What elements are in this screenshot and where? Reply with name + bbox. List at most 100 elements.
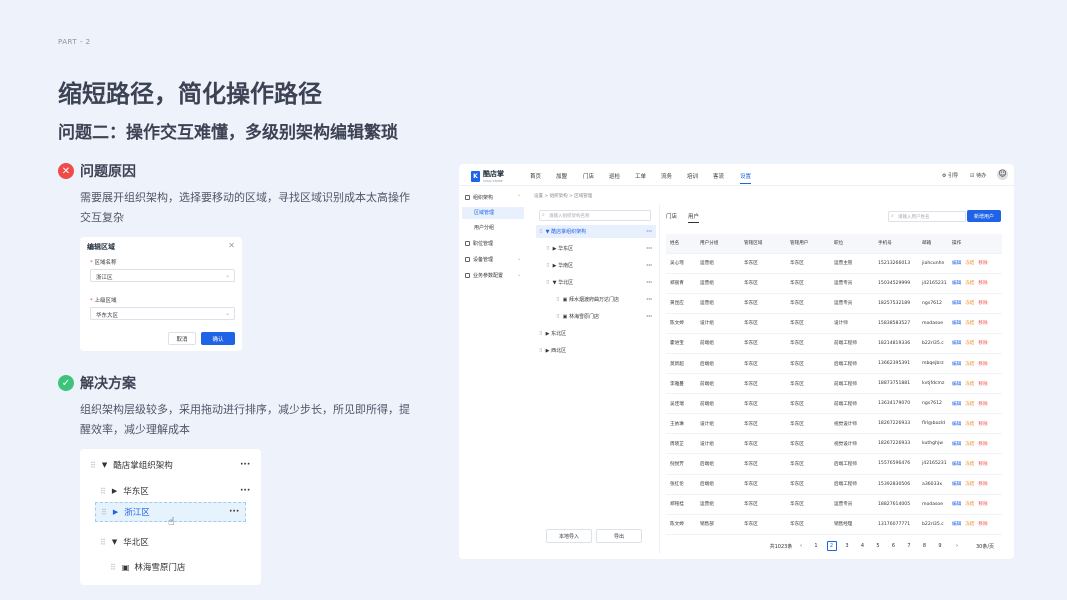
tree-node[interactable]: ⠿ ▶ 华南区 ··· [546, 259, 656, 272]
freeze-link[interactable]: 冻结 [965, 402, 974, 407]
tree-search-input[interactable]: 请输入组织架构名称 [539, 210, 651, 221]
nav-franchise[interactable]: 加盟 [556, 172, 567, 180]
page-2[interactable]: 2 [826, 541, 837, 551]
remove-link[interactable]: 移除 [978, 422, 987, 427]
more-icon[interactable]: ··· [229, 507, 239, 517]
sidebar-area-management[interactable]: 区域管理 [462, 207, 524, 219]
freeze-link[interactable]: 冻结 [965, 442, 974, 447]
remove-link[interactable]: 移除 [978, 402, 987, 407]
edit-link[interactable]: 编辑 [952, 281, 961, 286]
edit-link[interactable]: 编辑 [952, 462, 961, 467]
page-4[interactable]: 4 [858, 541, 868, 551]
edit-link[interactable]: 编辑 [952, 261, 961, 266]
user-search-input[interactable]: 请输入用户姓名 [888, 211, 966, 222]
nav-home[interactable]: 首页 [530, 172, 541, 180]
page-9[interactable]: 9 [935, 541, 945, 551]
prev-page-icon[interactable]: ‹ [796, 541, 806, 551]
remove-link[interactable]: 移除 [978, 442, 987, 447]
remove-link[interactable]: 移除 [978, 482, 987, 487]
page-8[interactable]: 8 [920, 541, 930, 551]
remove-link[interactable]: 移除 [978, 382, 987, 387]
freeze-link[interactable]: 冻结 [965, 362, 974, 367]
next-page-icon[interactable]: › [952, 541, 962, 551]
edit-link[interactable]: 编辑 [952, 301, 961, 306]
remove-link[interactable]: 移除 [978, 261, 987, 266]
more-icon[interactable]: ··· [240, 486, 250, 496]
close-icon[interactable]: ✕ [228, 241, 235, 250]
tree-node-huadong[interactable]: ⠿ ▶ 华东区 ··· [100, 485, 255, 497]
avatar[interactable]: ☺ [997, 169, 1008, 180]
tree-node-store[interactable]: ⠿ ▣ 拜水烟渡府曲万达门店 ··· [556, 293, 656, 306]
nav-workorder[interactable]: 工单 [635, 172, 646, 180]
remove-link[interactable]: 移除 [978, 502, 987, 507]
remove-link[interactable]: 移除 [978, 301, 987, 306]
sidebar-user-groups[interactable]: 用户分组 [462, 222, 524, 234]
page-1[interactable]: 1 [811, 541, 821, 551]
freeze-link[interactable]: 冻结 [965, 301, 974, 306]
drag-handle-icon[interactable]: ⠿ [101, 508, 107, 517]
todo-button[interactable]: ☑ 待办 [970, 172, 986, 179]
sidebar-biz-config[interactable]: 业务参数配置 ⌄ [465, 272, 523, 279]
freeze-link[interactable]: 冻结 [965, 321, 974, 326]
remove-link[interactable]: 移除 [978, 281, 987, 286]
freeze-link[interactable]: 冻结 [965, 462, 974, 467]
edit-link[interactable]: 编辑 [952, 402, 961, 407]
tree-node[interactable]: ⠿ ▶ 东北区 [536, 327, 656, 340]
caret-down-icon[interactable]: ▼ [112, 538, 117, 546]
remove-link[interactable]: 移除 [978, 522, 987, 527]
confirm-button[interactable]: 确认 [201, 332, 235, 345]
parent-area-select[interactable]: 华东大区 ⌄ [90, 307, 235, 320]
edit-link[interactable]: 编辑 [952, 362, 961, 367]
drag-handle-icon[interactable]: ⠿ [100, 487, 106, 496]
add-user-button[interactable]: 新增用户 [967, 210, 1001, 222]
tree-node-root[interactable]: ⠿ ▼ 酷店掌组织架构 ··· [536, 225, 656, 238]
tree-node-store[interactable]: ⠿ ▣ 林海雪原门店 [110, 561, 255, 574]
remove-link[interactable]: 移除 [978, 462, 987, 467]
edit-link[interactable]: 编辑 [952, 382, 961, 387]
edit-link[interactable]: 编辑 [952, 502, 961, 507]
freeze-link[interactable]: 冻结 [965, 482, 974, 487]
caret-down-icon[interactable]: ▼ [102, 461, 107, 469]
page-7[interactable]: 7 [904, 541, 914, 551]
page-3[interactable]: 3 [842, 541, 852, 551]
tree-node[interactable]: ⠿ ▶ 华东区 ··· [546, 242, 656, 255]
edit-link[interactable]: 编辑 [952, 341, 961, 346]
edit-link[interactable]: 编辑 [952, 422, 961, 427]
freeze-link[interactable]: 冻结 [965, 281, 974, 286]
freeze-link[interactable]: 冻结 [965, 382, 974, 387]
tab-users[interactable]: 用户 [688, 212, 700, 223]
cancel-button[interactable]: 取消 [168, 332, 196, 345]
import-button[interactable]: 本地导入 [546, 529, 592, 543]
sidebar-org[interactable]: 组织架构 ⌃ [465, 194, 523, 201]
page-size-select[interactable]: 30条/页 [970, 541, 1000, 551]
edit-link[interactable]: 编辑 [952, 442, 961, 447]
nav-store[interactable]: 门店 [583, 172, 594, 180]
nav-training[interactable]: 培训 [687, 172, 698, 180]
nav-traffic[interactable]: 客流 [713, 172, 724, 180]
tree-node[interactable]: ⠿ ▼ 华北区 ··· [546, 276, 656, 289]
tree-node-root[interactable]: ⠿ ▼ 酷店掌组织架构 ··· [90, 459, 255, 471]
tab-store[interactable]: 门店 [666, 212, 677, 220]
more-icon[interactable]: ··· [240, 460, 250, 470]
freeze-link[interactable]: 冻结 [965, 522, 974, 527]
freeze-link[interactable]: 冻结 [965, 341, 974, 346]
nav-inspection[interactable]: 巡检 [609, 172, 620, 180]
drag-handle-icon[interactable]: ⠿ [90, 461, 96, 470]
remove-link[interactable]: 移除 [978, 321, 987, 326]
sidebar-device[interactable]: 设备管理 ⌄ [465, 256, 523, 263]
drag-handle-icon[interactable]: ⠿ [100, 538, 106, 547]
edit-link[interactable]: 编辑 [952, 321, 961, 326]
freeze-link[interactable]: 冻结 [965, 422, 974, 427]
remove-link[interactable]: 移除 [978, 362, 987, 367]
page-5[interactable]: 5 [873, 541, 883, 551]
freeze-link[interactable]: 冻结 [965, 502, 974, 507]
caret-right-icon[interactable]: ▶ [112, 487, 117, 495]
remove-link[interactable]: 移除 [978, 341, 987, 346]
freeze-link[interactable]: 冻结 [965, 261, 974, 266]
edit-link[interactable]: 编辑 [952, 522, 961, 527]
caret-right-icon[interactable]: ▶ [113, 508, 118, 516]
nav-settings[interactable]: 设置 [740, 172, 752, 184]
nav-flow[interactable]: 流务 [661, 172, 672, 180]
drag-handle-icon[interactable]: ⠿ [110, 563, 116, 572]
tree-node-store[interactable]: ⠿ ▣ 林海雪原门店 ··· [556, 310, 656, 323]
